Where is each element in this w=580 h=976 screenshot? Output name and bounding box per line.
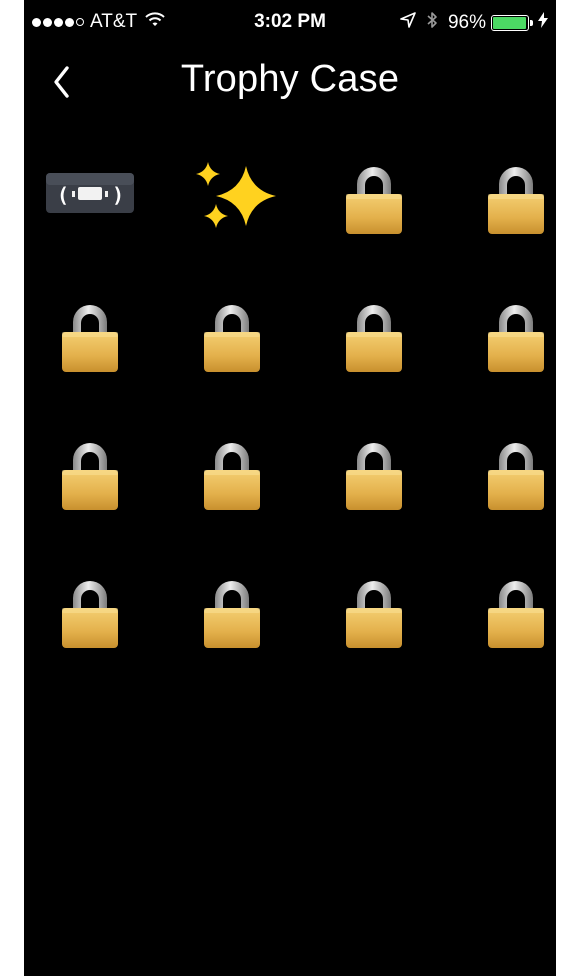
trophy-item[interactable]: () <box>40 148 140 248</box>
trophy-item[interactable] <box>324 562 424 662</box>
trophy-item[interactable] <box>466 148 566 248</box>
lock-icon <box>342 298 406 374</box>
trophy-item[interactable] <box>40 562 140 662</box>
trophy-item[interactable] <box>324 286 424 386</box>
lock-icon <box>484 160 548 236</box>
status-right: 96% <box>400 11 548 35</box>
trophy-item[interactable] <box>182 286 282 386</box>
svg-text:): ) <box>112 183 124 207</box>
lock-icon <box>200 574 264 650</box>
bluetooth-icon <box>426 11 438 35</box>
battery-icon <box>491 15 533 31</box>
trophy-case-screen: AT&T 3:02 PM 96% Trophy Case () <box>24 0 556 976</box>
lock-icon <box>342 160 406 236</box>
lock-icon <box>200 298 264 374</box>
location-arrow-icon <box>400 12 416 34</box>
trophy-item[interactable] <box>40 286 140 386</box>
charging-bolt-icon <box>538 12 548 34</box>
svg-text:(: ( <box>57 183 69 207</box>
lock-icon <box>58 574 122 650</box>
navigation-bar: Trophy Case <box>24 44 556 120</box>
trophy-item[interactable] <box>466 286 566 386</box>
battery-fill <box>493 17 526 29</box>
lock-icon <box>484 574 548 650</box>
sparkles-icon <box>194 156 278 236</box>
lock-icon <box>58 436 122 512</box>
lock-icon <box>342 574 406 650</box>
lock-icon <box>342 436 406 512</box>
battery-nub <box>530 20 533 26</box>
trophy-item[interactable] <box>40 424 140 524</box>
lock-icon <box>200 436 264 512</box>
trophy-item[interactable] <box>324 148 424 248</box>
cassette-tape-icon: () <box>45 171 135 215</box>
trophy-item[interactable] <box>182 148 282 248</box>
trophy-item[interactable] <box>182 424 282 524</box>
lock-icon <box>58 298 122 374</box>
page-title: Trophy Case <box>180 58 400 100</box>
status-bar: AT&T 3:02 PM 96% <box>24 0 556 44</box>
lock-icon <box>484 436 548 512</box>
lock-icon <box>484 298 548 374</box>
battery-percent: 96% <box>447 12 486 33</box>
trophy-item[interactable] <box>466 424 566 524</box>
trophy-item[interactable] <box>182 562 282 662</box>
trophy-item[interactable] <box>324 424 424 524</box>
trophy-item[interactable] <box>466 562 566 662</box>
